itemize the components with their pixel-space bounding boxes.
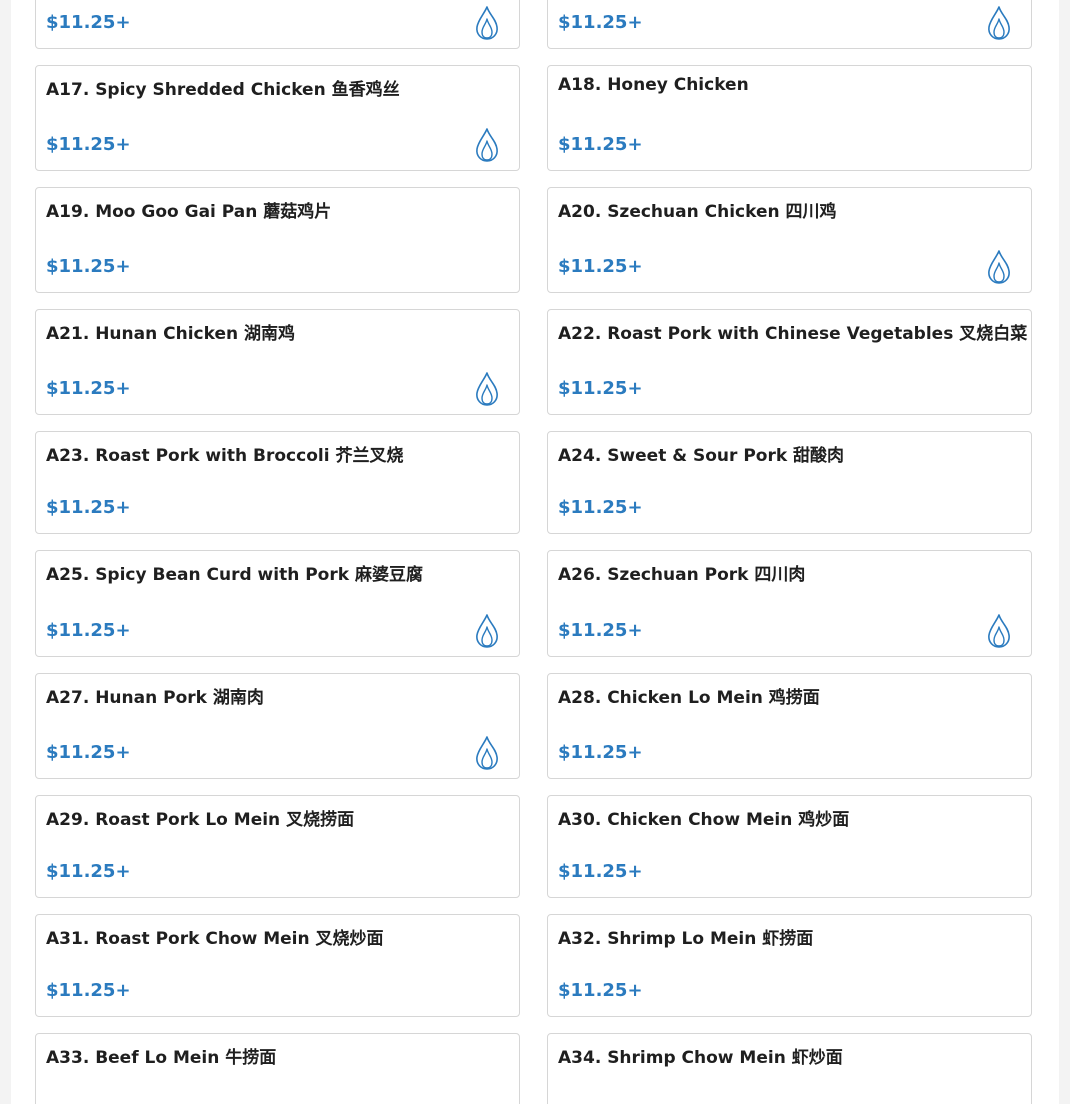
flame-icon — [473, 5, 501, 41]
menu-item-card[interactable]: A25. Spicy Bean Curd with Pork 麻婆豆腐 $11.… — [35, 550, 520, 657]
menu-item-price: $11.25+ — [558, 980, 643, 1001]
menu-item-price: $11.25+ — [46, 620, 131, 641]
menu-item-card[interactable]: A32. Shrimp Lo Mein 虾捞面 $11.25+ — [547, 914, 1032, 1017]
menu-item-name: A20. Szechuan Chicken 四川鸡 — [558, 202, 837, 222]
menu-item-card[interactable]: A29. Roast Pork Lo Mein 叉烧捞面 $11.25+ — [35, 795, 520, 898]
menu-item-card[interactable]: A30. Chicken Chow Mein 鸡炒面 $11.25+ — [547, 795, 1032, 898]
menu-item-name: A27. Hunan Pork 湖南肉 — [46, 688, 264, 708]
menu-item-name: A21. Hunan Chicken 湖南鸡 — [46, 324, 295, 344]
flame-icon — [473, 127, 501, 163]
menu-item-name: A19. Moo Goo Gai Pan 蘑菇鸡片 — [46, 202, 332, 222]
menu-item-price: $11.25+ — [46, 378, 131, 399]
menu-item-card[interactable]: A18. Honey Chicken $11.25+ — [547, 65, 1032, 171]
menu-item-price: $11.25+ — [46, 861, 131, 882]
menu-item-price: $11.25+ — [558, 742, 643, 763]
menu-item-card[interactable]: A20. Szechuan Chicken 四川鸡 $11.25+ — [547, 187, 1032, 293]
menu-item-card[interactable]: A33. Beef Lo Mein 牛捞面 — [35, 1033, 520, 1104]
menu-page: $11.25+ $11.25+ A17. Spicy Shredded Chic… — [11, 0, 1059, 1104]
menu-item-name: A22. Roast Pork with Chinese Vegetables … — [558, 324, 1028, 344]
menu-item-price: $11.25+ — [558, 256, 643, 277]
menu-item-price: $11.25+ — [558, 497, 643, 518]
menu-item-name: A23. Roast Pork with Broccoli 芥兰叉烧 — [46, 446, 404, 466]
menu-item-name: A17. Spicy Shredded Chicken 鱼香鸡丝 — [46, 80, 400, 100]
menu-item-price: $11.25+ — [558, 12, 643, 33]
menu-item-card[interactable]: A26. Szechuan Pork 四川肉 $11.25+ — [547, 550, 1032, 657]
menu-item-price: $11.25+ — [46, 742, 131, 763]
menu-item-name: A26. Szechuan Pork 四川肉 — [558, 565, 806, 585]
menu-item-price: $11.25+ — [558, 378, 643, 399]
menu-item-card[interactable]: $11.25+ — [547, 0, 1032, 49]
menu-item-card[interactable]: A22. Roast Pork with Chinese Vegetables … — [547, 309, 1032, 415]
menu-item-price: $11.25+ — [46, 980, 131, 1001]
menu-item-price: $11.25+ — [46, 256, 131, 277]
menu-item-name: A18. Honey Chicken — [558, 75, 749, 95]
flame-icon — [473, 735, 501, 771]
menu-item-name: A31. Roast Pork Chow Mein 叉烧炒面 — [46, 929, 384, 949]
menu-item-name: A34. Shrimp Chow Mein 虾炒面 — [558, 1048, 843, 1068]
flame-icon — [473, 371, 501, 407]
menu-item-name: A30. Chicken Chow Mein 鸡炒面 — [558, 810, 850, 830]
flame-icon — [985, 613, 1013, 649]
menu-item-card[interactable]: A28. Chicken Lo Mein 鸡捞面 $11.25+ — [547, 673, 1032, 779]
flame-icon — [985, 5, 1013, 41]
menu-item-price: $11.25+ — [46, 497, 131, 518]
menu-item-card[interactable]: A24. Sweet & Sour Pork 甜酸肉 $11.25+ — [547, 431, 1032, 534]
flame-icon — [473, 613, 501, 649]
menu-item-card[interactable]: A17. Spicy Shredded Chicken 鱼香鸡丝 $11.25+ — [35, 65, 520, 171]
menu-item-card[interactable]: A34. Shrimp Chow Mein 虾炒面 — [547, 1033, 1032, 1104]
menu-item-card[interactable]: A27. Hunan Pork 湖南肉 $11.25+ — [35, 673, 520, 779]
menu-item-name: A32. Shrimp Lo Mein 虾捞面 — [558, 929, 814, 949]
menu-item-card[interactable]: A19. Moo Goo Gai Pan 蘑菇鸡片 $11.25+ — [35, 187, 520, 293]
menu-item-price: $11.25+ — [46, 12, 131, 33]
menu-item-card[interactable]: A23. Roast Pork with Broccoli 芥兰叉烧 $11.2… — [35, 431, 520, 534]
menu-item-card[interactable]: A31. Roast Pork Chow Mein 叉烧炒面 $11.25+ — [35, 914, 520, 1017]
menu-item-card[interactable]: A21. Hunan Chicken 湖南鸡 $11.25+ — [35, 309, 520, 415]
menu-item-card[interactable]: $11.25+ — [35, 0, 520, 49]
menu-item-name: A29. Roast Pork Lo Mein 叉烧捞面 — [46, 810, 355, 830]
flame-icon — [985, 249, 1013, 285]
menu-item-name: A25. Spicy Bean Curd with Pork 麻婆豆腐 — [46, 565, 423, 585]
menu-item-price: $11.25+ — [46, 134, 131, 155]
menu-item-price: $11.25+ — [558, 134, 643, 155]
menu-item-name: A28. Chicken Lo Mein 鸡捞面 — [558, 688, 820, 708]
menu-item-name: A24. Sweet & Sour Pork 甜酸肉 — [558, 446, 845, 466]
menu-item-name: A33. Beef Lo Mein 牛捞面 — [46, 1048, 277, 1068]
menu-item-price: $11.25+ — [558, 620, 643, 641]
menu-item-price: $11.25+ — [558, 861, 643, 882]
